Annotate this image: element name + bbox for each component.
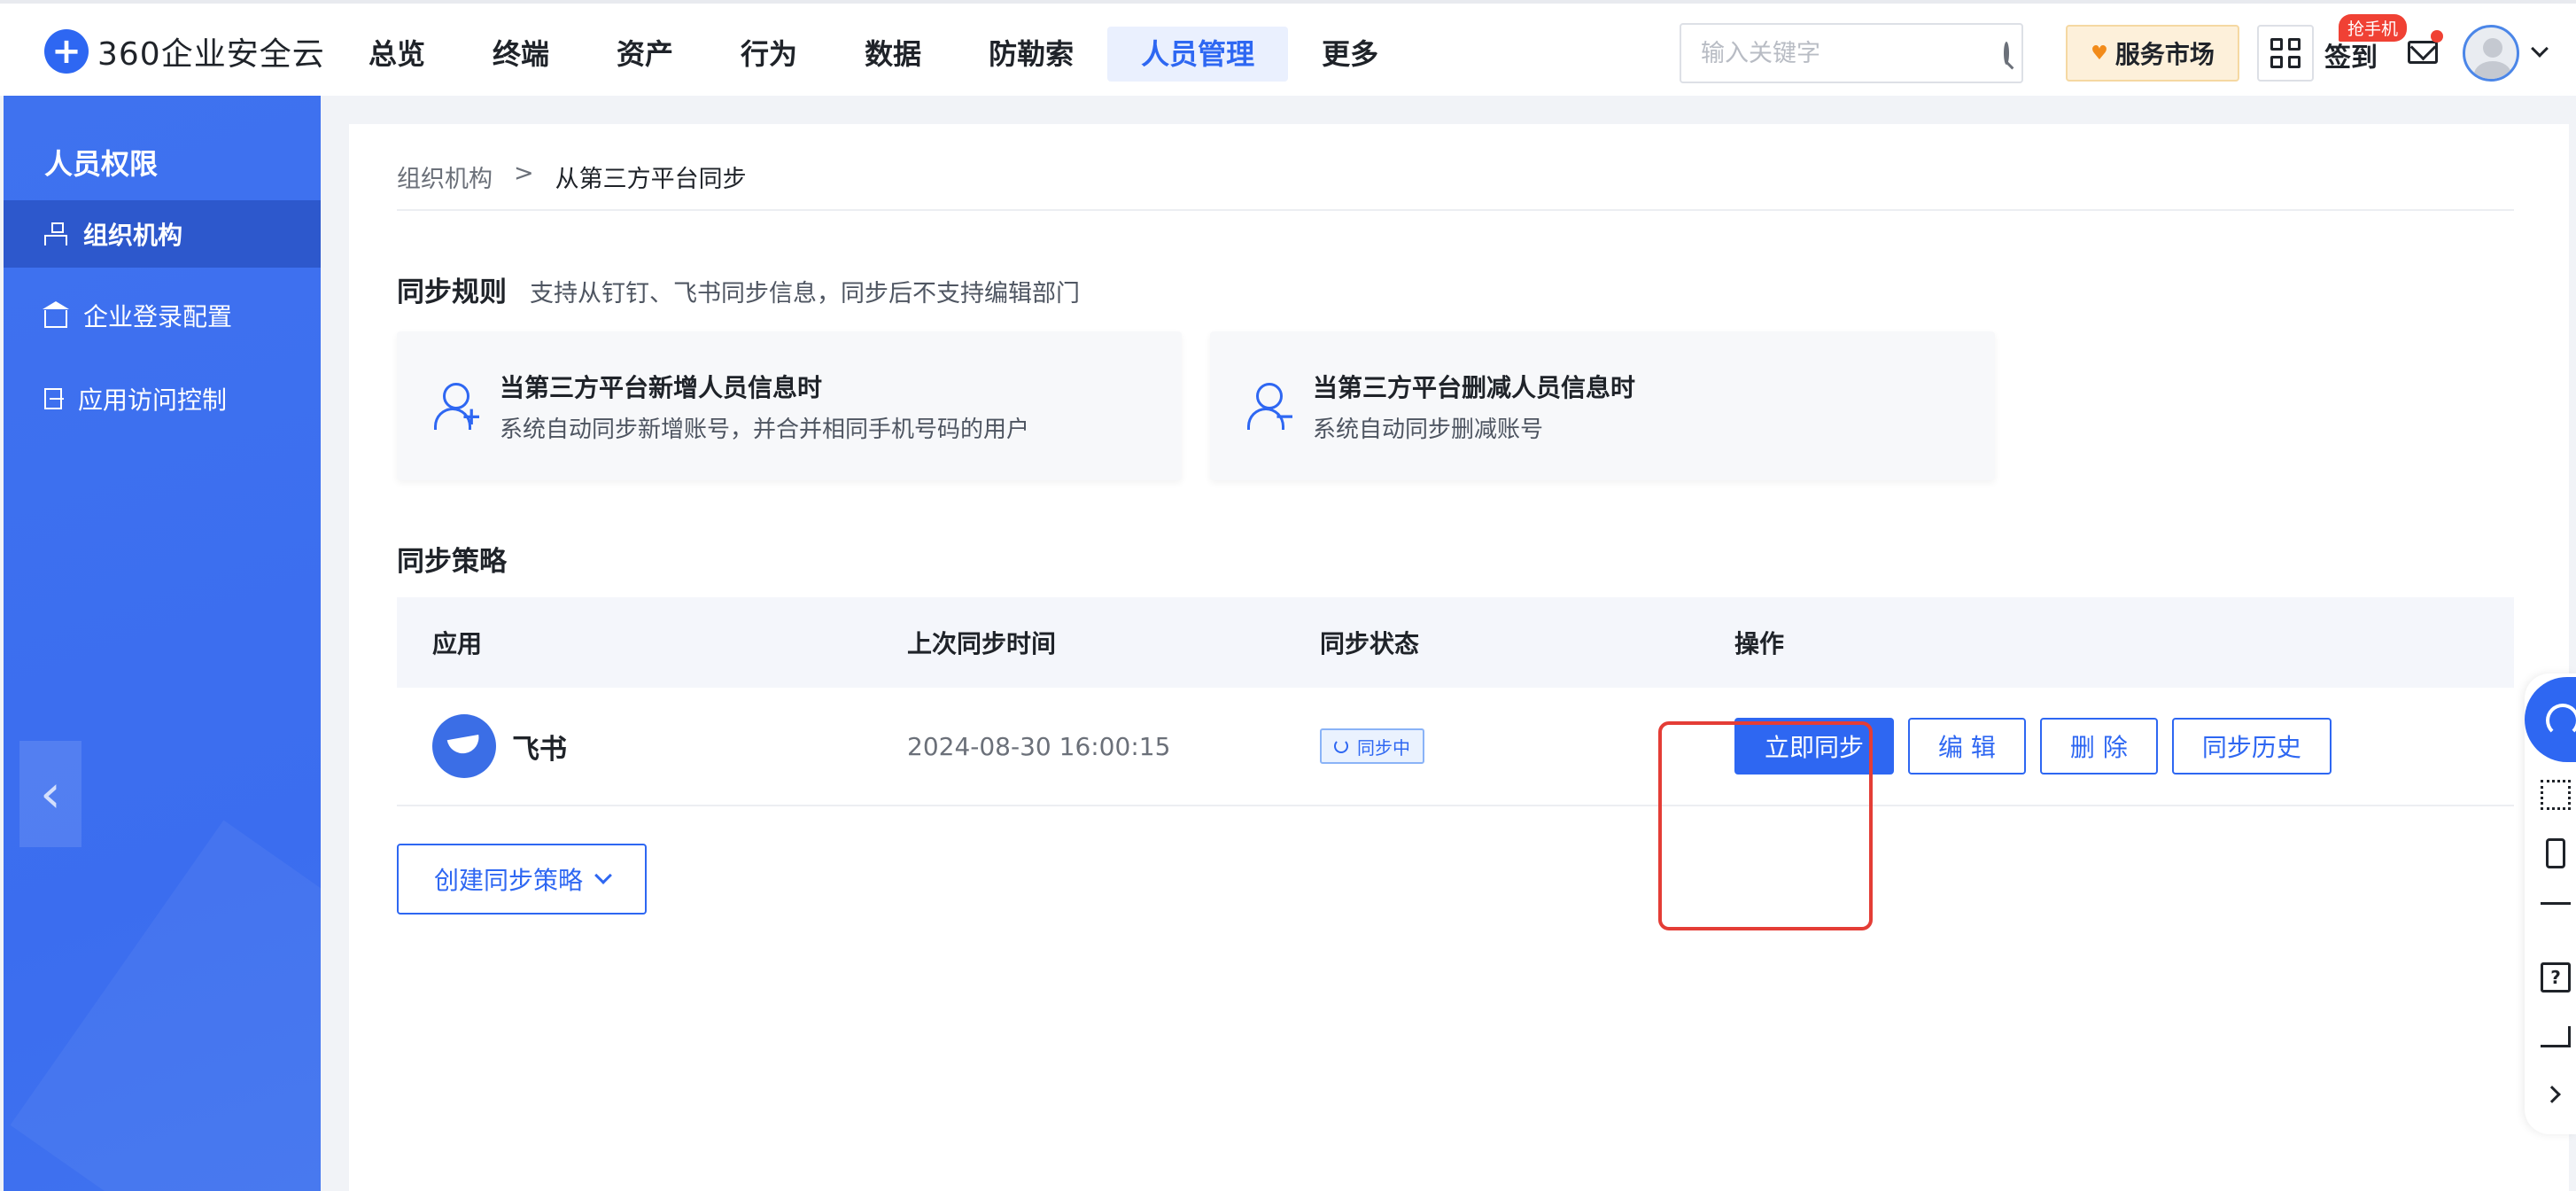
- nav-endpoint[interactable]: 终端: [459, 27, 583, 82]
- rule-card-add: + 当第三方平台新增人员信息时 系统自动同步新增账号，并合并相同手机号码的用户: [397, 331, 1182, 480]
- last-sync-time: 2024-08-30 16:00:15: [907, 731, 1171, 761]
- sidebar: 人员权限 组织机构 企业登录配置 应用访问控制 ‹: [4, 96, 321, 1191]
- help-icon[interactable]: ?: [2541, 962, 2571, 992]
- strategy-table: 应用 上次同步时间 同步状态 操作 飞书 2024-08-30 16:00:15…: [397, 597, 2514, 806]
- app-cell: 飞书: [397, 714, 907, 778]
- sidebar-item-access-control[interactable]: 应用访问控制: [4, 365, 321, 432]
- service-market-label: 服务市场: [2114, 40, 2215, 69]
- rule-card-desc: 系统自动同步删减账号: [1313, 416, 1544, 443]
- search-box: [1680, 23, 2023, 83]
- breadcrumb-separator: >: [514, 160, 534, 187]
- sidebar-title: 人员权限: [44, 147, 159, 181]
- collapse-sidebar-button[interactable]: ‹: [19, 741, 81, 847]
- org-tree-icon: [44, 222, 67, 245]
- logo[interactable]: 360企业安全云: [44, 28, 325, 74]
- divider: [397, 209, 2514, 211]
- heart-icon: ♥: [2091, 42, 2108, 65]
- sync-history-button[interactable]: 同步历史: [2171, 718, 2332, 775]
- breadcrumb-current: 从第三方平台同步: [555, 166, 747, 193]
- app-name: 飞书: [512, 733, 567, 766]
- rule-card-title: 当第三方平台新增人员信息时: [500, 372, 823, 402]
- rule-card-title: 当第三方平台删减人员信息时: [1313, 372, 1636, 402]
- strategy-title: 同步策略: [397, 546, 507, 578]
- sidebar-item-login-config[interactable]: 企业登录配置: [4, 282, 321, 349]
- table-row: 飞书 2024-08-30 16:00:15 同步中 立即同步 编 辑 删 除 …: [397, 688, 2514, 806]
- user-add-icon: +: [432, 381, 482, 431]
- col-header-last-sync: 上次同步时间: [907, 629, 1057, 658]
- col-header-actions: 操作: [1734, 629, 1785, 658]
- table-header: 应用 上次同步时间 同步状态 操作: [397, 597, 2514, 688]
- col-header-status: 同步状态: [1320, 629, 1420, 658]
- breadcrumb-parent[interactable]: 组织机构: [397, 160, 493, 194]
- cart-icon[interactable]: [2541, 1026, 2571, 1047]
- create-strategy-label: 创建同步策略: [433, 866, 583, 895]
- nav-overview[interactable]: 总览: [335, 27, 459, 82]
- avatar[interactable]: [2463, 25, 2519, 82]
- grid-cell: [2270, 38, 2283, 51]
- search-icon[interactable]: [2004, 42, 2009, 65]
- grid-cell: [2288, 38, 2301, 51]
- feishu-icon: [432, 714, 496, 778]
- chevron-down-icon: [594, 867, 612, 884]
- status-label: 同步中: [1357, 736, 1410, 759]
- mobile-icon[interactable]: [2546, 838, 2565, 868]
- nav-more[interactable]: 更多: [1288, 27, 1412, 82]
- service-market-button[interactable]: ♥ 服务市场: [2066, 25, 2239, 82]
- exit-icon: [44, 388, 64, 409]
- nav-asset[interactable]: 资产: [583, 27, 707, 82]
- rule-card-remove: − 当第三方平台删减人员信息时 系统自动同步删减账号: [1210, 331, 1995, 480]
- sidebar-item-label: 组织机构: [83, 221, 183, 250]
- logo-icon: [44, 29, 89, 74]
- status-highlight-box: [1658, 721, 1873, 930]
- rule-card-desc: 系统自动同步新增账号，并合并相同手机号码的用户: [500, 416, 1030, 443]
- top-bar: 360企业安全云 总览 终端 资产 行为 数据 防勒索 人员管理 更多 ♥ 服务…: [0, 0, 2576, 96]
- edit-button[interactable]: 编 辑: [1908, 718, 2026, 775]
- main-panel: 组织机构 > 从第三方平台同步 同步规则 支持从钉钉、飞书同步信息，同步后不支持编…: [349, 124, 2569, 1191]
- nav-ransomware[interactable]: 防勒索: [955, 27, 1107, 82]
- breadcrumb: 组织机构 > 从第三方平台同步: [397, 160, 747, 194]
- user-remove-icon: −: [1245, 381, 1295, 431]
- main-nav: 总览 终端 资产 行为 数据 防勒索 人员管理 更多: [335, 27, 1412, 82]
- sync-spinner-icon: [1334, 739, 1348, 753]
- delete-button[interactable]: 删 除: [2039, 718, 2158, 775]
- bank-icon: [43, 301, 69, 328]
- sidebar-item-label: 企业登录配置: [83, 302, 233, 331]
- minus-sign: −: [1274, 401, 1295, 431]
- plus-sign: +: [461, 401, 482, 431]
- chevron-down-icon[interactable]: [2531, 40, 2549, 58]
- mail-icon[interactable]: [2408, 41, 2438, 64]
- sync-rules-desc: 支持从钉钉、飞书同步信息，同步后不支持编辑部门: [530, 280, 1080, 307]
- sidebar-item-label: 应用访问控制: [78, 385, 228, 415]
- col-header-app: 应用: [432, 629, 483, 658]
- nav-data[interactable]: 数据: [831, 27, 955, 82]
- nav-personnel[interactable]: 人员管理: [1107, 27, 1289, 82]
- grid-cell: [2288, 56, 2301, 68]
- org-tree-icon[interactable]: [2541, 902, 2571, 920]
- create-strategy-button[interactable]: 创建同步策略: [397, 844, 647, 915]
- sync-rules-title: 同步规则: [397, 276, 507, 308]
- nav-behavior[interactable]: 行为: [707, 27, 831, 82]
- chevron-left-icon: ‹: [40, 763, 61, 825]
- status-badge: 同步中: [1320, 728, 1424, 764]
- apps-grid-button[interactable]: [2257, 25, 2314, 82]
- phone-promo-badge[interactable]: 抢手机: [2339, 14, 2408, 42]
- sync-rules-heading: 同步规则 支持从钉钉、飞书同步信息，同步后不支持编辑部门: [397, 269, 1080, 309]
- qrcode-icon[interactable]: [2541, 780, 2571, 810]
- notification-dot: [2431, 30, 2443, 43]
- logo-text: 360企业安全云: [97, 36, 325, 73]
- sidebar-item-org[interactable]: 组织机构: [4, 200, 321, 268]
- grid-cell: [2270, 56, 2283, 68]
- search-input[interactable]: [1701, 39, 2004, 67]
